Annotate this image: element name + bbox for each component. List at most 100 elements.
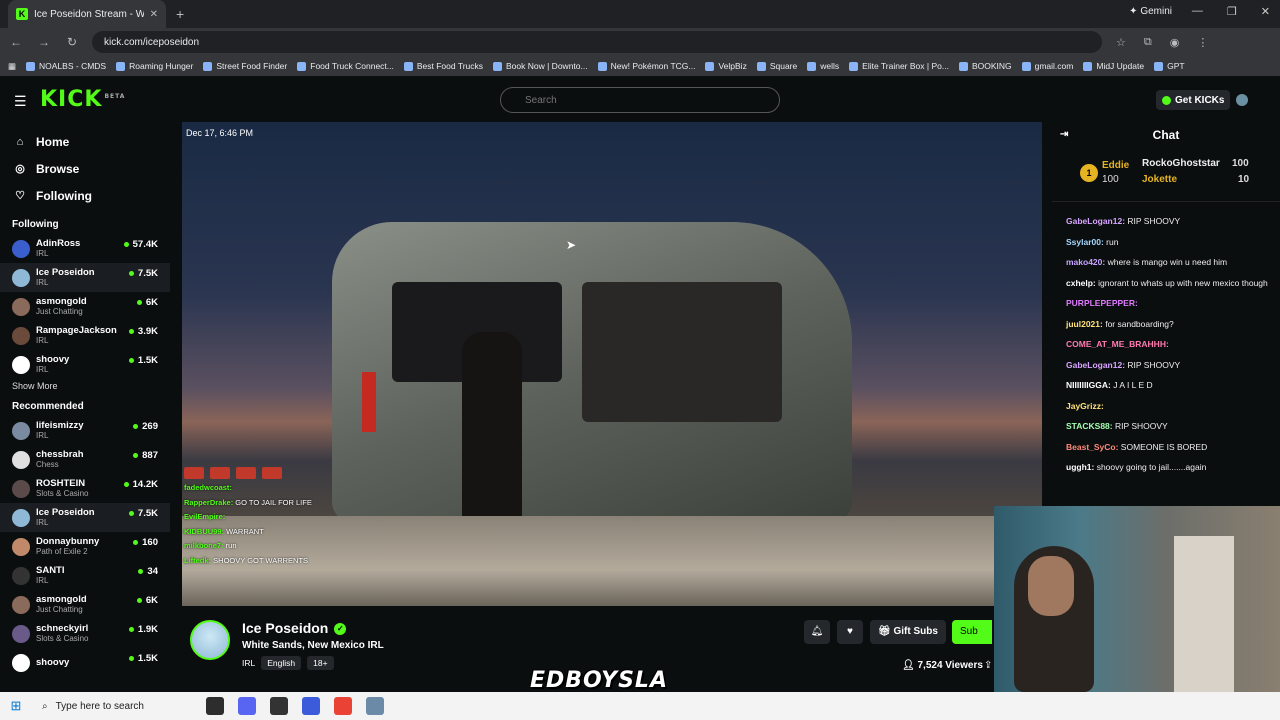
leader-third-amount: 10 — [1238, 174, 1250, 185]
bookmark-item[interactable]: MidJ Update — [1083, 61, 1144, 71]
app-icon-terminal[interactable] — [206, 697, 224, 715]
app-icon-calculator[interactable] — [366, 697, 384, 715]
chat-username[interactable]: GabeLogan12: — [1066, 360, 1125, 370]
bookmark-item[interactable]: gmail.com — [1021, 61, 1073, 71]
overlay-chat-user: EvilEmpire: — [184, 512, 226, 521]
chat-username[interactable]: cxhelp: — [1066, 278, 1096, 288]
back-icon[interactable]: ← — [4, 35, 28, 49]
sidebar-channel[interactable]: AdinRoss IRL 57.4K — [0, 234, 170, 263]
bookmark-item[interactable]: Book Now | Downto... — [493, 61, 588, 71]
show-more-link[interactable]: Show More — [12, 381, 170, 391]
chat-username[interactable]: Ssylar00: — [1066, 237, 1104, 247]
chat-username[interactable]: GabeLogan12: — [1066, 216, 1125, 226]
chat-username[interactable]: juul2021: — [1066, 319, 1103, 329]
sidebar-channel[interactable]: RampageJackson IRL 3.9K — [0, 321, 170, 350]
category-link[interactable]: IRL — [242, 658, 255, 668]
forward-icon[interactable]: → — [32, 35, 56, 49]
language-tag[interactable]: English — [261, 656, 302, 670]
chat-username[interactable]: mako420: — [1066, 257, 1105, 267]
windows-start-icon[interactable]: ⊞ — [0, 698, 32, 714]
chat-username[interactable]: STACKS88: — [1066, 421, 1113, 431]
taskbar-search[interactable]: ⌕ Type here to search — [36, 692, 166, 720]
logo-beta-badge: BETA — [104, 92, 126, 100]
video-player[interactable]: Dec 17, 6:46 PM fadedwcoast: RapperDrake… — [182, 122, 1042, 606]
avatar — [12, 595, 30, 614]
chat-username[interactable]: JayGrizz: — [1066, 401, 1104, 411]
sidebar-nav-following[interactable]: ♡ Following — [0, 182, 170, 209]
overlay-chat-line: milkbone7: run — [184, 539, 384, 554]
app-icon-notion[interactable] — [302, 697, 320, 715]
sidebar-channel[interactable]: schneckyirl Slots & Casino 1.9K — [0, 619, 170, 648]
user-avatar[interactable] — [1236, 94, 1248, 106]
sidebar-channel[interactable]: asmongold Just Chatting 6K — [0, 590, 170, 619]
get-kicks-button[interactable]: Get KICKs — [1156, 90, 1231, 110]
bookmark-item[interactable]: New! Pokémon TCG... — [597, 61, 695, 71]
notification-bell-icon[interactable]: 🔔︎ — [804, 620, 830, 644]
collapse-chat-icon[interactable]: ⇥ — [1060, 122, 1068, 148]
close-window-icon[interactable]: ✕ — [1261, 5, 1270, 18]
bookmark-item[interactable]: VelpBiz — [705, 61, 747, 71]
sidebar-channel[interactable]: Ice Poseidon IRL 7.5K — [0, 503, 170, 532]
close-tab-icon[interactable]: ✕ — [150, 9, 158, 20]
bookmark-item[interactable]: Best Food Trucks — [403, 61, 483, 71]
chat-text: ignorant to whats up with new mexico tho… — [1095, 277, 1268, 288]
extensions-icon[interactable]: ⧉ — [1144, 36, 1152, 49]
sidebar-nav-home[interactable]: ⌂ Home — [0, 128, 170, 155]
app-icon-obs[interactable] — [270, 697, 288, 715]
profile-icon[interactable]: ◉ — [1170, 36, 1180, 49]
bookmark-favicon-icon — [493, 61, 503, 71]
heart-icon: ♡ — [15, 190, 25, 202]
channel-text: asmongold Just Chatting — [36, 594, 87, 615]
search-input[interactable] — [500, 87, 780, 113]
follow-heart-icon[interactable]: ♥ — [837, 620, 863, 644]
bookmark-item[interactable]: GPT — [1154, 61, 1185, 71]
channel-name[interactable]: Ice Poseidon ✓ — [242, 620, 347, 636]
bookmark-star-icon[interactable]: ☆ — [1116, 36, 1126, 49]
reload-icon[interactable]: ↻ — [60, 35, 84, 49]
chat-username[interactable]: uggh1: — [1066, 462, 1094, 472]
minimize-icon[interactable]: — — [1192, 5, 1203, 18]
app-icon-chrome[interactable] — [334, 697, 352, 715]
share-icon[interactable]: ⇪ — [984, 660, 992, 671]
bookmark-item[interactable]: NOALBS - CMDS — [26, 61, 106, 71]
bookmark-item[interactable]: Elite Trainer Box | Po... — [849, 61, 949, 71]
viewer-count: 57.4K — [124, 239, 158, 250]
menu-dots-icon[interactable]: ⋮ — [1197, 36, 1208, 49]
chat-username[interactable]: Beast_SyCo: — [1066, 442, 1118, 452]
chat-message: Beast_SyCo: SOMEONE IS BORED — [1066, 442, 1270, 453]
sidebar-channel[interactable]: shoovy 1.5K — [0, 648, 170, 677]
kick-logo[interactable]: KICK BETA — [40, 87, 125, 112]
bookmark-item[interactable]: Square — [756, 61, 797, 71]
sidebar-channel[interactable]: SANTI IRL 34 — [0, 561, 170, 590]
browser-tab[interactable]: K Ice Poseidon Stream - Wat ✕ — [8, 0, 166, 28]
bookmark-item[interactable]: Roaming Hunger — [116, 61, 193, 71]
sidebar-nav-browse[interactable]: ◎ Browse — [0, 155, 170, 182]
sidebar-channel[interactable]: Ice Poseidon IRL 7.5K — [0, 263, 170, 292]
bookmark-item[interactable]: BOOKING — [958, 61, 1012, 71]
url-field[interactable]: kick.com/iceposeidon — [92, 31, 1102, 53]
overlay-chat-user: RapperDrake: — [184, 497, 234, 507]
bookmark-item[interactable]: Food Truck Connect... — [297, 61, 394, 71]
gemini-button[interactable]: ✦ Gemini — [1129, 6, 1172, 17]
gift-subs-button[interactable]: 🎁︎ Gift Subs — [870, 620, 946, 644]
apps-grid-icon[interactable]: ▦ — [8, 61, 16, 72]
new-tab-icon[interactable]: + — [176, 6, 184, 22]
bookmark-item[interactable]: Street Food Finder — [203, 61, 287, 71]
channel-avatar[interactable] — [190, 620, 230, 660]
sidebar-channel[interactable]: asmongold Just Chatting 6K — [0, 292, 170, 321]
app-icon-discord[interactable] — [238, 697, 256, 715]
sidebar-channel[interactable]: shoovy IRL 1.5K — [0, 350, 170, 379]
chat-username[interactable]: NIIIIIIIGGA: — [1066, 380, 1111, 390]
subscribe-button[interactable]: Sub — [952, 620, 992, 644]
chat-username[interactable]: COME_AT_ME_BRAHHH: — [1066, 339, 1169, 349]
sidebar-channel[interactable]: lifeismizzy IRL 269 — [0, 416, 170, 445]
avatar — [12, 239, 30, 258]
van-open-door — [582, 282, 782, 422]
chat-username[interactable]: PURPLEPEPPER: — [1066, 298, 1138, 308]
bookmark-item[interactable]: wells — [807, 61, 839, 71]
sidebar-channel[interactable]: chessbrah Chess 887 — [0, 445, 170, 474]
maximize-icon[interactable]: ❐ — [1227, 5, 1237, 18]
hamburger-menu-icon[interactable]: ☰ — [14, 93, 27, 110]
sidebar-channel[interactable]: ROSHTEIN Slots & Casino 14.2K — [0, 474, 170, 503]
sidebar-channel[interactable]: Donnaybunny Path of Exile 2 160 — [0, 532, 170, 561]
